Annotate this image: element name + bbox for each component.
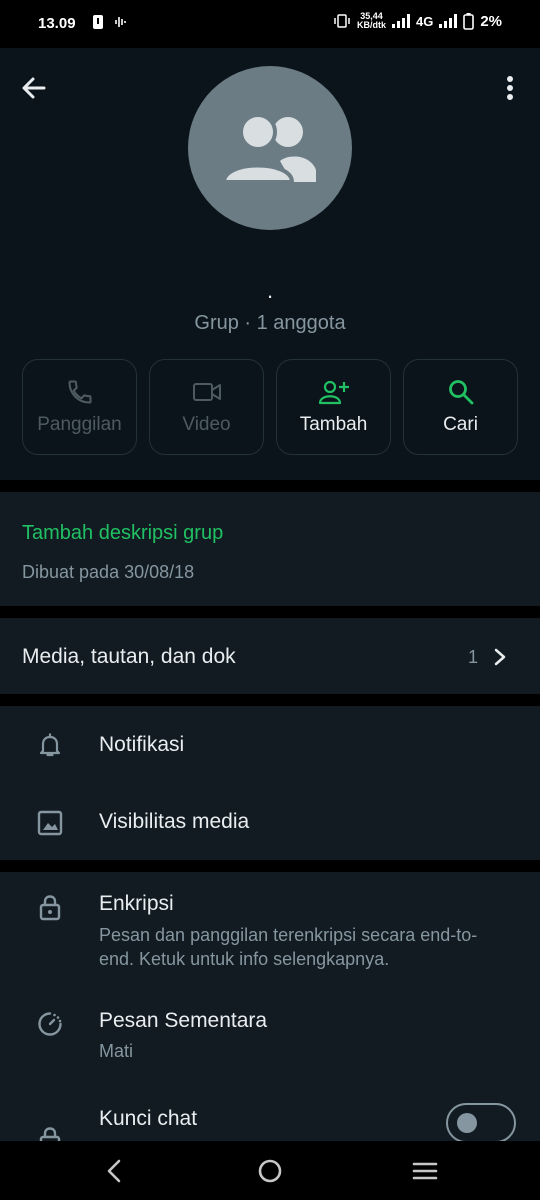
disappearing-status: Mati <box>99 1041 134 1061</box>
chat-lock-title: Kunci chat <box>99 1107 198 1130</box>
divider <box>0 694 540 706</box>
timer-icon <box>38 1012 62 1036</box>
add-person-icon <box>318 380 349 405</box>
video-button-label: Video <box>182 414 231 435</box>
search-icon <box>448 380 473 405</box>
media-title: Media, tautan, dan dok <box>22 645 236 668</box>
encryption-subtitle: Pesan dan panggilan terenkripsi secara e… <box>99 925 478 969</box>
lock-icon <box>39 895 61 921</box>
media-count: 1 <box>467 647 478 667</box>
status-time: 13.09 <box>38 15 76 32</box>
signal-icon <box>391 14 410 28</box>
created-date: Dibuat pada 30/08/18 <box>22 562 195 582</box>
settings-section <box>0 706 540 860</box>
group-subtitle: Grup · 1 anggota <box>194 312 346 334</box>
call-button[interactable]: Panggilan <box>22 359 137 455</box>
nav-back-icon[interactable] <box>101 1157 129 1185</box>
network-speed: 35,44 KB/dtk <box>356 11 386 30</box>
add-description-link[interactable]: Tambah deskripsi grup <box>22 522 223 545</box>
divider <box>0 480 540 492</box>
action-buttons: Panggilan Video Tambah Cari <box>22 359 518 457</box>
media-visibility-label: Visibilitas media <box>99 810 250 833</box>
add-member-button[interactable]: Tambah <box>276 359 391 455</box>
chat-lock-icon <box>39 1127 61 1141</box>
back-arrow-icon[interactable] <box>18 72 50 104</box>
battery-level: 2% <box>480 12 502 30</box>
toggle-knob <box>457 1113 477 1133</box>
phone-icon <box>67 380 92 404</box>
voice-wave-icon <box>115 17 126 27</box>
network-type: 4G <box>415 13 434 29</box>
more-options-icon[interactable] <box>500 72 520 104</box>
system-nav-bar <box>0 1141 540 1200</box>
nav-menu-icon[interactable] <box>411 1157 439 1185</box>
vibrate-icon <box>334 14 350 28</box>
status-bar: 13.09 35,44 KB/dtk 4G 2% <box>0 0 540 48</box>
signal-icon-2 <box>439 14 458 28</box>
divider <box>0 860 540 872</box>
security-section <box>0 872 540 1141</box>
chevron-right-icon <box>494 648 506 666</box>
group-icon <box>221 113 316 184</box>
disappearing-title: Pesan Sementara <box>99 1009 268 1032</box>
nav-home-icon[interactable] <box>256 1157 284 1185</box>
divider <box>0 606 540 618</box>
chat-lock-toggle[interactable] <box>446 1103 516 1143</box>
bell-icon <box>39 733 61 757</box>
group-avatar[interactable] <box>188 66 352 230</box>
notification-icon <box>93 15 103 29</box>
group-name: . <box>266 278 274 303</box>
notifications-label: Notifikasi <box>99 733 185 756</box>
description-section <box>0 492 540 606</box>
battery-icon <box>463 12 475 30</box>
video-button[interactable]: Video <box>149 359 264 455</box>
call-button-label: Panggilan <box>37 414 122 435</box>
encryption-title: Enkripsi <box>99 892 174 915</box>
video-icon <box>192 383 221 401</box>
image-icon <box>37 810 63 836</box>
search-button-label: Cari <box>443 414 478 435</box>
search-button[interactable]: Cari <box>403 359 518 455</box>
add-member-label: Tambah <box>299 414 368 435</box>
